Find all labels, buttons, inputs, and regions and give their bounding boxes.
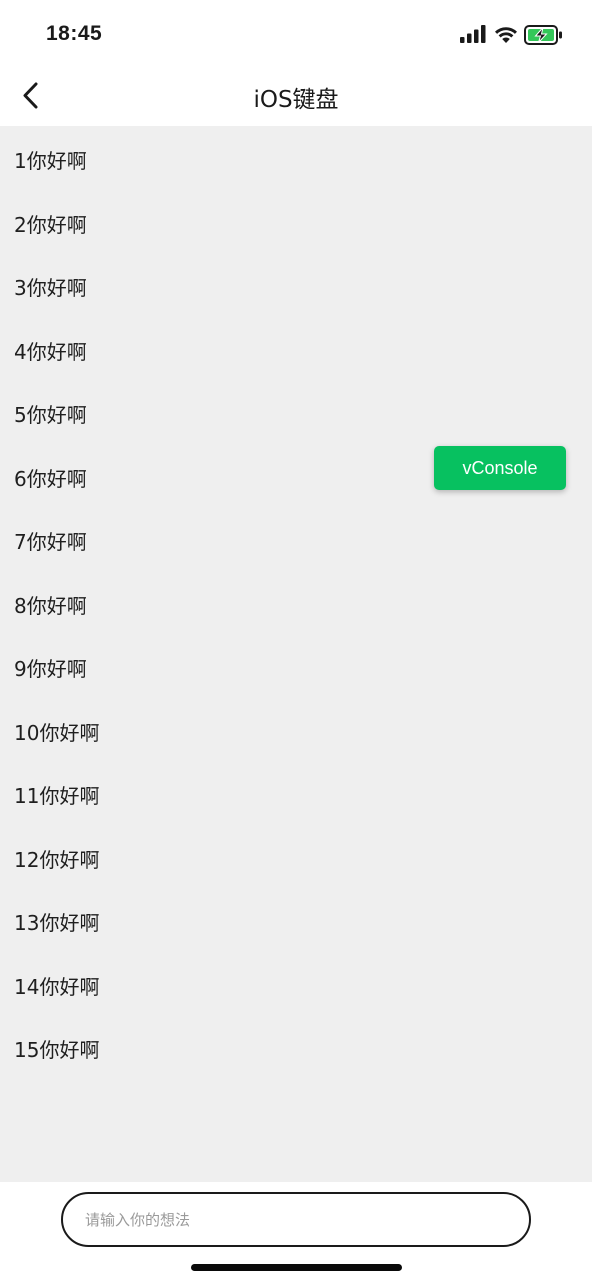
list-item: 4你好啊 — [14, 339, 87, 364]
list-item: 3你好啊 — [14, 276, 87, 300]
list-item: 15你好啊 — [14, 1038, 100, 1062]
thought-input[interactable] — [85, 1194, 505, 1245]
list-item: 11你好啊 — [14, 784, 100, 808]
list-item: 12你好啊 — [14, 847, 100, 872]
list-item: 9你好啊 — [14, 657, 87, 681]
vconsole-button[interactable]: vConsole — [434, 446, 566, 490]
input-container — [61, 1192, 531, 1247]
status-icons — [460, 24, 570, 46]
status-bar: 18:45 — [0, 0, 592, 66]
list-item: 14你好啊 — [14, 974, 100, 999]
message-list: 1你好啊 2你好啊 3你好啊 4你好啊 5你好啊 6你好啊 7你好啊 8你好啊 … — [0, 126, 592, 1079]
list-item: 10你好啊 — [14, 720, 100, 745]
page-title: iOS键盘 — [253, 87, 339, 113]
wifi-icon — [495, 27, 517, 43]
home-indicator[interactable] — [191, 1264, 402, 1271]
list-item: 1你好啊 — [14, 149, 87, 173]
list-item: 5你好啊 — [14, 403, 87, 427]
content-list-area[interactable]: 1你好啊 2你好啊 3你好啊 4你好啊 5你好啊 6你好啊 7你好啊 8你好啊 … — [0, 126, 592, 1182]
list-item: 7你好啊 — [14, 530, 87, 554]
nav-bar: iOS键盘 — [0, 66, 592, 126]
list-item: 13你好啊 — [14, 911, 100, 935]
signal-icon — [460, 25, 486, 43]
list-item: 8你好啊 — [14, 593, 87, 618]
status-time: 18:45 — [46, 22, 103, 45]
battery-charging-icon — [524, 25, 562, 45]
list-item: 2你好啊 — [14, 212, 87, 237]
